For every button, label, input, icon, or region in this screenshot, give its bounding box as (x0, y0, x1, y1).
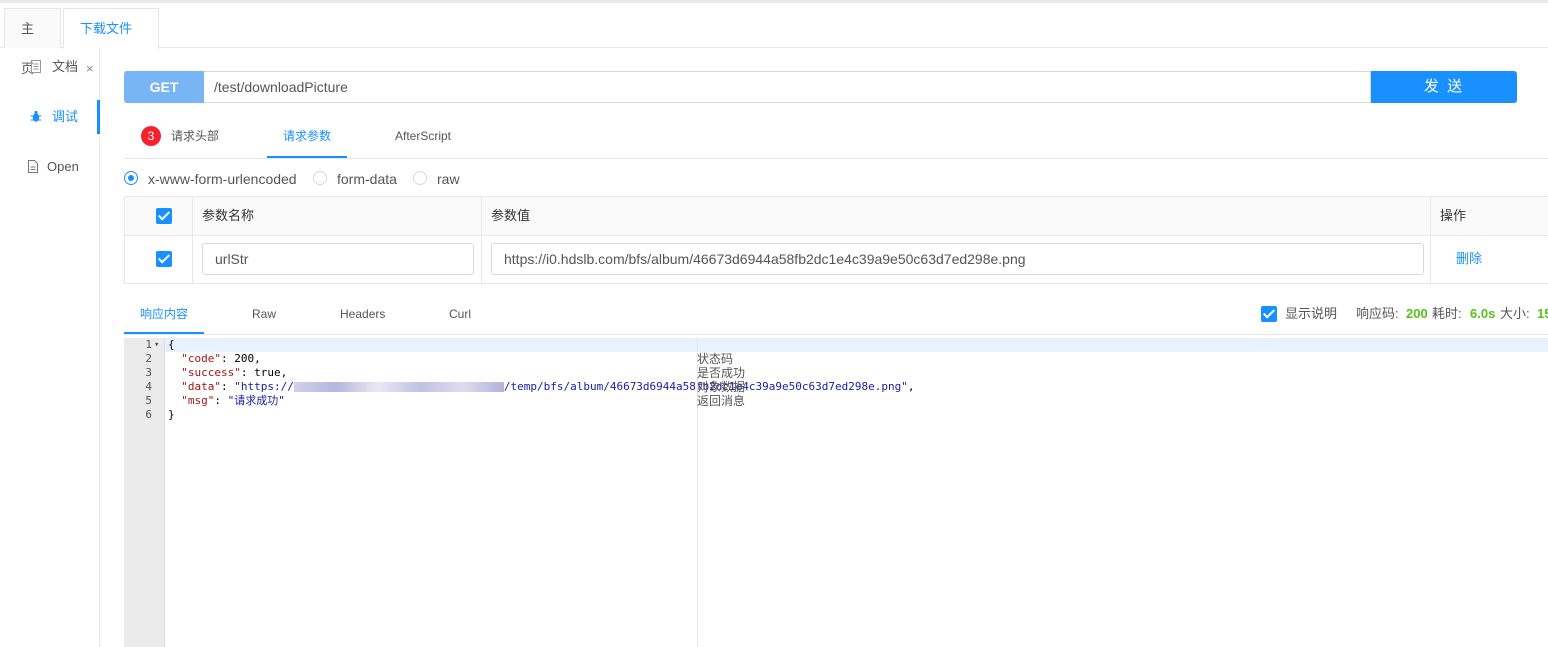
sidebar-item-open[interactable]: Open (0, 150, 99, 184)
redacted-host (293, 382, 504, 392)
show-description-label: 显示说明 (1285, 306, 1338, 321)
line-number: 2 (145, 352, 152, 365)
line-number: 3 (145, 366, 152, 379)
size-value: 15 (1537, 306, 1548, 321)
document-icon (31, 60, 41, 73)
sidebar-item-label: Open (47, 159, 79, 174)
fold-toggle-icon[interactable]: ▾ (154, 338, 159, 352)
header-param-value: 参数值 (491, 208, 531, 223)
delete-row-button[interactable]: 删除 (1456, 243, 1482, 275)
select-all-checkbox[interactable] (156, 208, 172, 224)
params-table: 参数名称 参数值 操作 urlStr https://i0.hdslb.com/… (124, 196, 1548, 284)
line-number: 4 (145, 380, 152, 393)
line-number: 1 (145, 338, 152, 351)
field-description: 状态码 (697, 352, 734, 366)
radio-circle (124, 171, 138, 185)
header-action: 操作 (1440, 208, 1467, 223)
sidebar: 文档 调试 Open (0, 48, 100, 647)
headers-count-badge: 3 (141, 126, 161, 146)
row-checkbox[interactable] (156, 251, 172, 267)
radio-circle (313, 171, 327, 185)
table-header (125, 197, 1548, 236)
tab-after-script[interactable]: AfterScript (395, 116, 451, 158)
tab-request-headers-label: 请求头部 (171, 129, 220, 143)
sidebar-item-label: 调试 (52, 109, 79, 124)
code-line: "msg": "请求成功" (181, 394, 285, 407)
sidebar-item-docs[interactable]: 文档 (0, 50, 99, 84)
show-description-checkbox[interactable] (1261, 306, 1277, 322)
field-description: 返回消息 (697, 394, 746, 408)
tab-download-file-label: 下载文件 (80, 21, 133, 36)
code-line: { (168, 338, 175, 351)
tab-download-file[interactable]: 下载文件× (63, 8, 159, 76)
tab-curl[interactable]: Curl (449, 296, 471, 334)
radio-label: form-data (337, 171, 397, 187)
radio-label: raw (437, 171, 460, 187)
radio-circle (413, 171, 427, 185)
code-line: "success": true, (181, 366, 288, 379)
code-line: "data": "https:///temp/bfs/album/46673d6… (181, 380, 915, 393)
send-button[interactable]: 发 送 (1371, 71, 1517, 103)
code-line: "code": 200, (181, 352, 261, 365)
tab-raw[interactable]: Raw (252, 296, 276, 334)
tab-request-params[interactable]: 请求参数 (267, 116, 347, 158)
time-label: 耗时: (1432, 306, 1462, 321)
size-label: 大小: (1500, 306, 1530, 321)
status-code-label: 响应码: (1356, 306, 1399, 321)
response-editor[interactable]: 1 ▾ 2 3 4 5 6 { "code": 200, "success": … (124, 338, 1548, 647)
line-number: 5 (145, 394, 152, 407)
tab-request-headers[interactable]: 3 请求头部 (124, 116, 252, 158)
request-tabs: 3 请求头部 请求参数 AfterScript (124, 116, 1548, 159)
url-input[interactable]: /test/downloadPicture (204, 71, 1371, 103)
tab-headers[interactable]: Headers (340, 296, 385, 334)
code-line: } (168, 408, 175, 421)
method-select[interactable]: GET (124, 71, 204, 103)
table-row: urlStr https://i0.hdslb.com/bfs/album/46… (125, 235, 1548, 283)
tab-home[interactable]: 主页 (4, 8, 61, 76)
active-line-highlight (165, 338, 1548, 352)
param-value-input[interactable]: https://i0.hdslb.com/bfs/album/46673d694… (491, 243, 1424, 275)
param-name-input[interactable]: urlStr (202, 243, 474, 275)
line-number: 6 (145, 408, 152, 421)
file-icon (28, 160, 38, 173)
sidebar-item-debug[interactable]: 调试 (0, 100, 100, 134)
status-code-value: 200 (1406, 306, 1428, 321)
tab-response-content[interactable]: 响应内容 (124, 296, 204, 334)
bug-icon (30, 110, 42, 122)
radio-label: x-www-form-urlencoded (148, 171, 297, 187)
response-tabs: 响应内容 Raw Headers Curl 显示说明 响应码: 200 耗时: … (124, 296, 1548, 335)
sidebar-item-label: 文档 (52, 59, 79, 74)
tab-bar: 主页 下载文件× (0, 3, 1548, 76)
header-param-name: 参数名称 (202, 208, 255, 223)
time-value: 6.0s (1470, 306, 1496, 321)
field-description: 是否成功 (697, 366, 746, 380)
field-description: 对象数据 (697, 380, 746, 394)
